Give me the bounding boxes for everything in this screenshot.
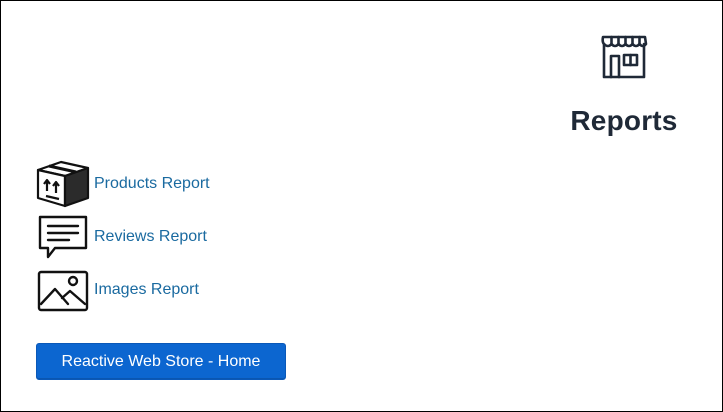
image-landscape-icon <box>37 270 89 311</box>
page-frame: Reports Products Report Reviews Report I… <box>0 0 723 412</box>
report-item-images: Images Report <box>35 263 210 316</box>
report-item-products: Products Report <box>35 157 210 210</box>
home-button[interactable]: Reactive Web Store - Home <box>36 343 286 380</box>
chat-message-icon <box>38 215 88 258</box>
report-list: Products Report Reviews Report Images Re… <box>35 157 210 316</box>
report-item-reviews: Reviews Report <box>35 210 210 263</box>
products-report-link[interactable]: Products Report <box>94 175 210 193</box>
reviews-report-link[interactable]: Reviews Report <box>94 228 207 246</box>
package-box-icon <box>36 160 90 207</box>
page-title: Reports <box>570 105 678 136</box>
page-header: Reports <box>561 31 687 137</box>
storefront-icon <box>601 35 648 79</box>
images-report-link[interactable]: Images Report <box>94 281 199 299</box>
